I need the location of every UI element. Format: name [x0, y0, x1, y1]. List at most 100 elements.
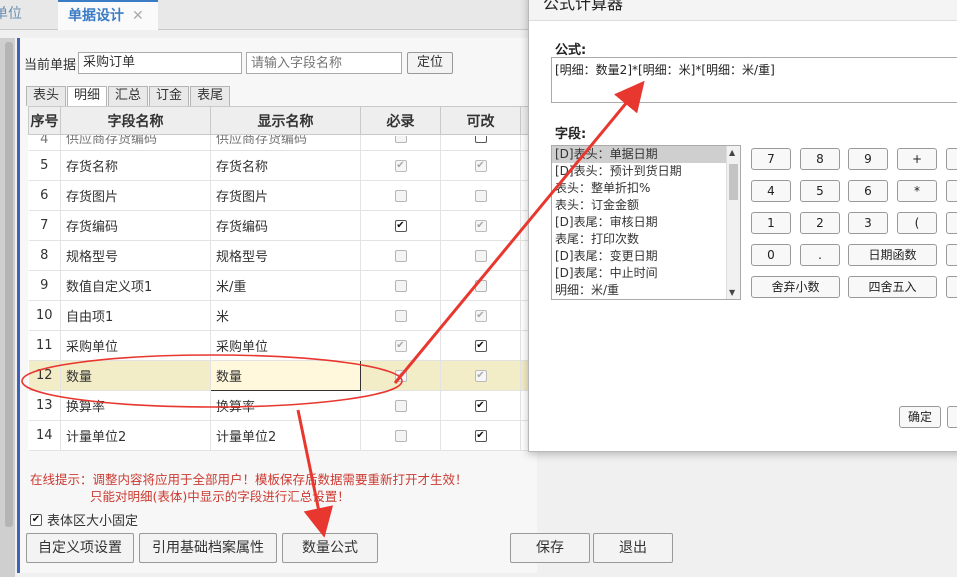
field-list-item[interactable]: [D]表头：预计到货日期: [552, 163, 740, 180]
key-5[interactable]: 5: [800, 180, 840, 202]
editable-checkbox[interactable]: [474, 279, 487, 292]
field-list-item[interactable]: [D]表头：单据日期: [552, 146, 740, 163]
tab-deposit[interactable]: 订金: [149, 86, 190, 106]
fixed-size-checkbox[interactable]: ✔: [30, 513, 42, 526]
table-row[interactable]: 7 存货编码 存货编码 ✔ ✔: [28, 210, 561, 241]
editable-checkbox[interactable]: [474, 249, 487, 262]
table-row[interactable]: 9 数值自定义项1 米/重: [28, 270, 561, 301]
scroll-up-icon[interactable]: ▲: [729, 148, 735, 157]
key-dot[interactable]: .: [800, 244, 840, 266]
fields-listbox[interactable]: [D]表头：单据日期 [D]表头：预计到货日期 表头：整单折扣% 表头：订金金额 [D]…: [551, 145, 741, 300]
editable-checkbox[interactable]: ✔: [474, 309, 487, 322]
key-extra-3[interactable]: [946, 212, 957, 234]
field-list-item[interactable]: 表头：订金金额: [552, 197, 740, 214]
editable-checkbox[interactable]: [474, 136, 487, 143]
required-checkbox[interactable]: [394, 136, 407, 143]
cancel-button-partial[interactable]: [947, 406, 957, 428]
row-display-name[interactable]: 计量单位2: [210, 420, 361, 451]
table-row[interactable]: 5 存货名称 存货名称 ✔ ✔: [28, 150, 561, 181]
editable-checkbox[interactable]: ✔: [474, 369, 487, 382]
locate-button[interactable]: 定位: [407, 52, 454, 74]
row-display-name[interactable]: 米/重: [210, 270, 361, 301]
round-button[interactable]: 四舍五入: [848, 276, 937, 298]
row-display-name[interactable]: 数量: [210, 360, 361, 391]
fields-scrollbar[interactable]: ▲ ▼: [726, 146, 740, 299]
required-checkbox[interactable]: [394, 249, 407, 262]
tab-unit[interactable]: 单位: [0, 0, 22, 30]
reference-archive-button[interactable]: 引用基础档案属性: [139, 533, 277, 563]
key-extra-1[interactable]: [946, 148, 957, 170]
editable-checkbox[interactable]: ✔: [474, 399, 487, 412]
quantity-formula-button[interactable]: 数量公式: [282, 533, 378, 563]
table-row[interactable]: 10 自由项1 米 ✔: [28, 300, 561, 331]
tab-bill-design[interactable]: 单据设计 ✕: [58, 0, 158, 30]
key-open-paren[interactable]: (: [897, 212, 937, 234]
key-4[interactable]: 4: [751, 180, 791, 202]
row-display-name[interactable]: 采购单位: [210, 330, 361, 361]
key-3[interactable]: 3: [848, 212, 888, 234]
formula-textarea[interactable]: [明细：数量2]*[明细：米]*[明细：米/重]: [551, 57, 957, 103]
key-8[interactable]: 8: [800, 148, 840, 170]
row-display-name[interactable]: 存货名称: [210, 150, 361, 181]
key-7[interactable]: 7: [751, 148, 791, 170]
key-extra-2[interactable]: [946, 180, 957, 202]
editable-checkbox[interactable]: ✔: [474, 429, 487, 442]
scroll-thumb[interactable]: [729, 164, 738, 200]
table-row[interactable]: 8 规格型号 规格型号: [28, 240, 561, 271]
key-multiply[interactable]: *: [897, 180, 937, 202]
editable-checkbox[interactable]: ✔: [474, 219, 487, 232]
table-row[interactable]: 4 供应商存货编码 供应商存货编码: [28, 134, 561, 151]
ok-button[interactable]: 确定: [899, 406, 941, 428]
truncate-decimal-button[interactable]: 舍弃小数: [751, 276, 840, 298]
field-list-item[interactable]: [D]表尾：中止时间: [552, 265, 740, 282]
key-2[interactable]: 2: [800, 212, 840, 234]
table-row[interactable]: 12 数量 数量 ✔ ✔: [28, 360, 561, 391]
editable-checkbox[interactable]: ✔: [474, 159, 487, 172]
row-display-name[interactable]: 规格型号: [210, 240, 361, 271]
table-row[interactable]: 11 采购单位 采购单位 ✔ ✔: [28, 330, 561, 361]
required-checkbox[interactable]: [394, 309, 407, 322]
required-checkbox[interactable]: ✔: [394, 219, 407, 232]
tab-detail[interactable]: 明细: [67, 86, 108, 106]
row-display-name[interactable]: 供应商存货编码: [210, 134, 361, 151]
date-function-button[interactable]: 日期函数: [848, 244, 937, 266]
editable-checkbox[interactable]: [474, 189, 487, 202]
table-row[interactable]: 13 换算率 换算率 ✔: [28, 390, 561, 421]
key-extra-4[interactable]: [946, 244, 957, 266]
tab-header[interactable]: 表头: [26, 86, 67, 106]
field-list-item[interactable]: [D]表尾：审核日期: [552, 214, 740, 231]
custom-items-button[interactable]: 自定义项设置: [26, 533, 134, 563]
current-bill-input[interactable]: 采购订单: [78, 52, 243, 74]
required-checkbox[interactable]: [394, 189, 407, 202]
required-checkbox[interactable]: ✔: [394, 339, 407, 352]
row-display-name[interactable]: 换算率: [210, 390, 361, 421]
key-1[interactable]: 1: [751, 212, 791, 234]
field-list-item[interactable]: [D]表尾：变更日期: [552, 248, 740, 265]
key-6[interactable]: 6: [848, 180, 888, 202]
row-display-name[interactable]: 米: [210, 300, 361, 331]
key-plus[interactable]: +: [897, 148, 937, 170]
field-list-item[interactable]: 明细：米/重: [552, 282, 740, 299]
scroll-down-icon[interactable]: ▼: [729, 288, 735, 297]
required-checkbox[interactable]: [394, 399, 407, 412]
save-button[interactable]: 保存: [510, 533, 590, 563]
row-display-name[interactable]: 存货编码: [210, 210, 361, 241]
field-list-item[interactable]: 表尾：打印次数: [552, 231, 740, 248]
key-extra-5[interactable]: [946, 276, 957, 298]
field-search-input[interactable]: [246, 52, 403, 74]
editable-checkbox[interactable]: ✔: [474, 339, 487, 352]
table-row[interactable]: 14 计量单位2 计量单位2 ✔: [28, 420, 561, 451]
close-icon[interactable]: ✕: [132, 8, 144, 24]
required-checkbox[interactable]: ✔: [394, 159, 407, 172]
row-display-name[interactable]: 存货图片: [210, 180, 361, 211]
tab-footer[interactable]: 表尾: [190, 86, 231, 106]
required-checkbox[interactable]: [394, 429, 407, 442]
exit-button[interactable]: 退出: [593, 533, 673, 563]
key-9[interactable]: 9: [848, 148, 888, 170]
field-list-item[interactable]: 表头：整单折扣%: [552, 180, 740, 197]
vertical-scrollbar[interactable]: [5, 42, 13, 527]
tab-summary[interactable]: 汇总: [108, 86, 149, 106]
required-checkbox[interactable]: [394, 279, 407, 292]
required-checkbox[interactable]: ✔: [394, 369, 407, 382]
key-0[interactable]: 0: [751, 244, 791, 266]
